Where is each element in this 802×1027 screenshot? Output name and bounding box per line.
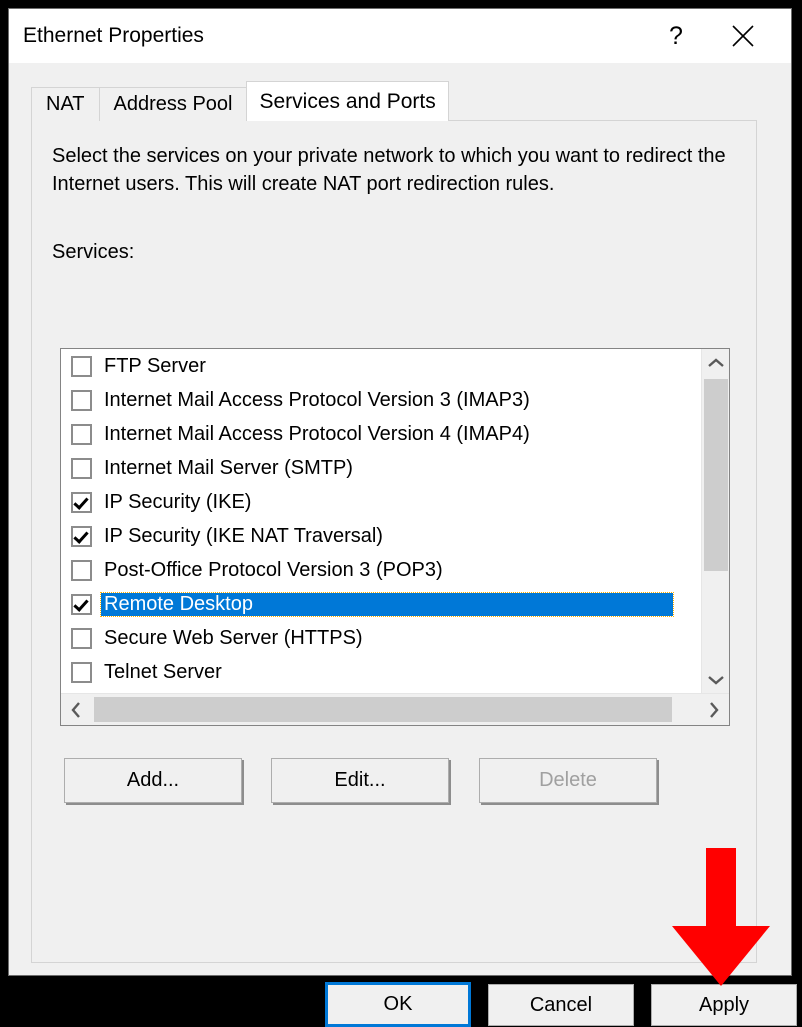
list-item[interactable]: IP Security (IKE) bbox=[61, 485, 701, 519]
apply-button[interactable]: Apply bbox=[651, 984, 797, 1026]
apply-button-label: Apply bbox=[698, 993, 750, 1016]
chevron-up-icon bbox=[707, 358, 724, 367]
tab-label: Address Pool bbox=[113, 93, 233, 115]
service-label: Internet Mail Access Protocol Version 4 … bbox=[104, 422, 530, 445]
horizontal-scroll-thumb[interactable] bbox=[94, 697, 672, 722]
scroll-down-button[interactable] bbox=[702, 666, 729, 694]
service-label: IP Security (IKE) bbox=[104, 490, 252, 513]
tab-nat[interactable]: NAT bbox=[31, 87, 100, 121]
tab-strip: NAT Address Pool Services and Ports bbox=[31, 81, 449, 121]
service-checkbox[interactable] bbox=[71, 593, 92, 615]
service-label: Internet Mail Access Protocol Version 3 … bbox=[104, 388, 530, 411]
list-item[interactable]: Secure Web Server (HTTPS) bbox=[61, 621, 701, 655]
horizontal-scrollbar[interactable] bbox=[61, 693, 729, 725]
services-list-area: FTP Server Internet Mail Access Protocol… bbox=[61, 349, 701, 694]
service-checkbox[interactable] bbox=[71, 491, 92, 513]
chevron-down-icon bbox=[707, 676, 724, 685]
close-icon bbox=[732, 25, 754, 47]
page-description: Select the services on your private netw… bbox=[52, 145, 726, 195]
add-button[interactable]: Add... bbox=[64, 758, 242, 803]
service-checkbox[interactable] bbox=[71, 355, 92, 377]
list-item[interactable]: Internet Mail Access Protocol Version 4 … bbox=[61, 417, 701, 451]
service-checkbox[interactable] bbox=[71, 423, 92, 445]
scroll-left-button[interactable] bbox=[61, 694, 91, 725]
cancel-button[interactable]: Cancel bbox=[488, 984, 634, 1026]
window-title: Ethernet Properties bbox=[23, 24, 204, 47]
question-mark-icon: ? bbox=[669, 21, 683, 50]
vertical-scrollbar[interactable] bbox=[701, 349, 729, 694]
list-item[interactable]: Internet Mail Server (SMTP) bbox=[61, 451, 701, 485]
scroll-up-button[interactable] bbox=[702, 349, 729, 377]
chevron-right-icon bbox=[710, 701, 719, 718]
services-list-box[interactable]: FTP Server Internet Mail Access Protocol… bbox=[60, 348, 730, 726]
delete-button-label: Delete bbox=[539, 769, 597, 791]
add-button-label: Add... bbox=[126, 769, 180, 791]
ok-button-label: OK bbox=[383, 993, 413, 1015]
service-checkbox[interactable] bbox=[71, 457, 92, 479]
service-label: IP Security (IKE NAT Traversal) bbox=[104, 524, 383, 547]
list-item[interactable]: IP Security (IKE NAT Traversal) bbox=[61, 519, 701, 553]
client-area: NAT Address Pool Services and Ports Sele… bbox=[9, 63, 797, 1027]
tab-label: Services and Ports bbox=[259, 89, 436, 113]
ethernet-properties-dialog: Ethernet Properties ? NAT Address Pool S… bbox=[8, 8, 797, 1027]
service-label: Internet Mail Server (SMTP) bbox=[104, 456, 353, 479]
list-item[interactable]: Post-Office Protocol Version 3 (POP3) bbox=[61, 553, 701, 587]
service-checkbox[interactable] bbox=[71, 627, 92, 649]
cancel-button-label: Cancel bbox=[529, 993, 593, 1016]
tab-address-pool[interactable]: Address Pool bbox=[98, 87, 248, 121]
chevron-left-icon bbox=[71, 701, 80, 718]
list-item[interactable]: Telnet Server bbox=[61, 655, 701, 689]
services-label: Services: bbox=[52, 241, 135, 263]
tab-services-and-ports[interactable]: Services and Ports bbox=[246, 81, 449, 121]
list-item[interactable]: FTP Server bbox=[61, 349, 701, 383]
vertical-scroll-thumb[interactable] bbox=[704, 379, 728, 571]
service-checkbox[interactable] bbox=[71, 559, 92, 581]
help-button[interactable]: ? bbox=[646, 9, 706, 63]
service-label: Secure Web Server (HTTPS) bbox=[104, 626, 363, 649]
title-bar: Ethernet Properties ? bbox=[9, 9, 791, 63]
list-item[interactable]: Internet Mail Access Protocol Version 3 … bbox=[61, 383, 701, 417]
service-checkbox[interactable] bbox=[71, 661, 92, 683]
service-label: Telnet Server bbox=[104, 660, 222, 683]
tab-label: NAT bbox=[46, 93, 85, 115]
delete-button: Delete bbox=[479, 758, 657, 803]
scroll-right-button[interactable] bbox=[699, 694, 729, 725]
tab-page-services-and-ports: Select the services on your private netw… bbox=[31, 120, 757, 963]
edit-button[interactable]: Edit... bbox=[271, 758, 449, 803]
list-item-selected[interactable]: Remote Desktop bbox=[61, 587, 701, 621]
service-label: Remote Desktop bbox=[100, 591, 674, 617]
service-checkbox[interactable] bbox=[71, 525, 92, 547]
service-label: FTP Server bbox=[104, 354, 206, 377]
ok-button[interactable]: OK bbox=[325, 982, 471, 1027]
service-label: Post-Office Protocol Version 3 (POP3) bbox=[104, 558, 443, 581]
service-checkbox[interactable] bbox=[71, 389, 92, 411]
close-button[interactable] bbox=[713, 9, 773, 63]
edit-button-label: Edit... bbox=[334, 769, 386, 791]
